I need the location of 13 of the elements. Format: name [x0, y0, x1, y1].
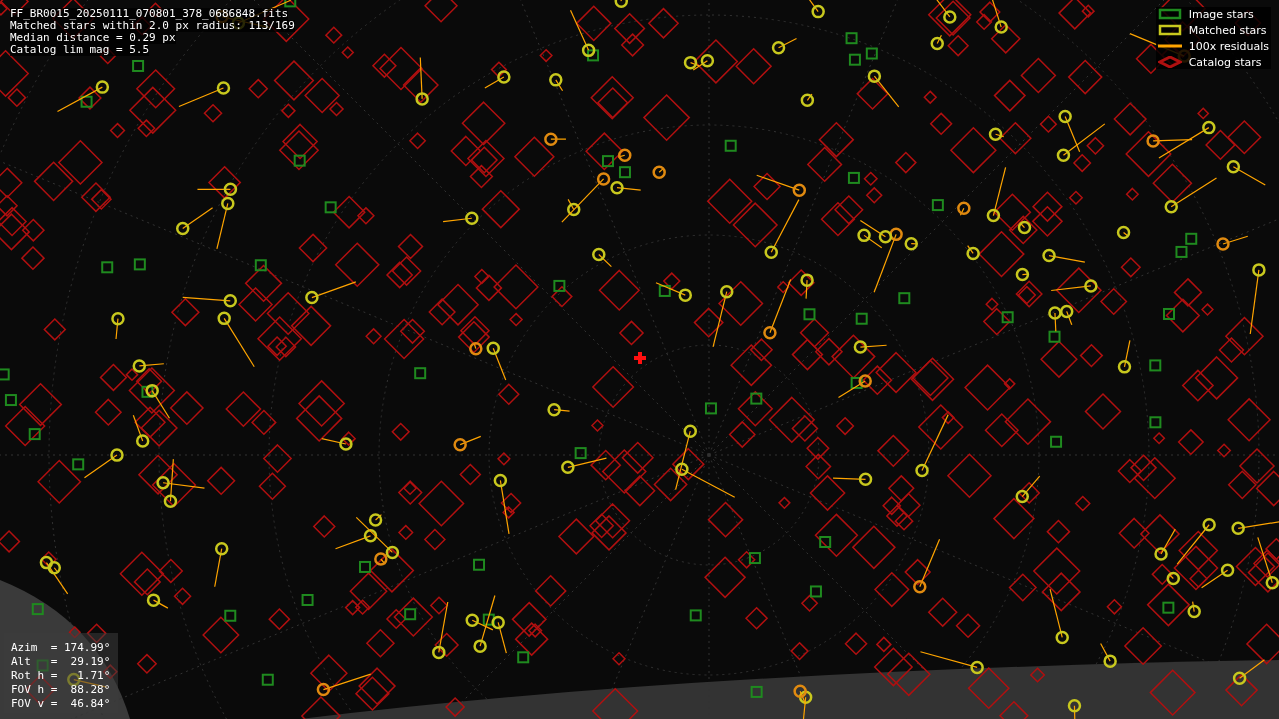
pointing-text: Rot h = 1.71° — [11, 669, 111, 683]
info-text: FF_BR0015_20250111_070801_378_0686848.fits — [10, 8, 289, 20]
info-text: Median distance = 0.29 px — [10, 32, 176, 44]
legend-label: Matched stars — [1188, 23, 1267, 37]
pointing-text: FOV v = 46.84° — [11, 697, 111, 711]
pointing-text: FOV h = 88.28° — [11, 683, 111, 697]
pointing-text: Alt = 29.19° — [11, 655, 111, 669]
legend-label: 100x residuals — [1188, 39, 1269, 53]
legend-label: Image stars — [1188, 7, 1254, 21]
pointing-text: Azim = 174.99° — [11, 641, 111, 655]
info-text: Catalog lim mag = 5.5 — [10, 44, 150, 56]
legend-label: Catalog stars — [1188, 55, 1262, 69]
info-text: Matched stars within 2.0 px radius: 113/169 — [10, 20, 295, 32]
